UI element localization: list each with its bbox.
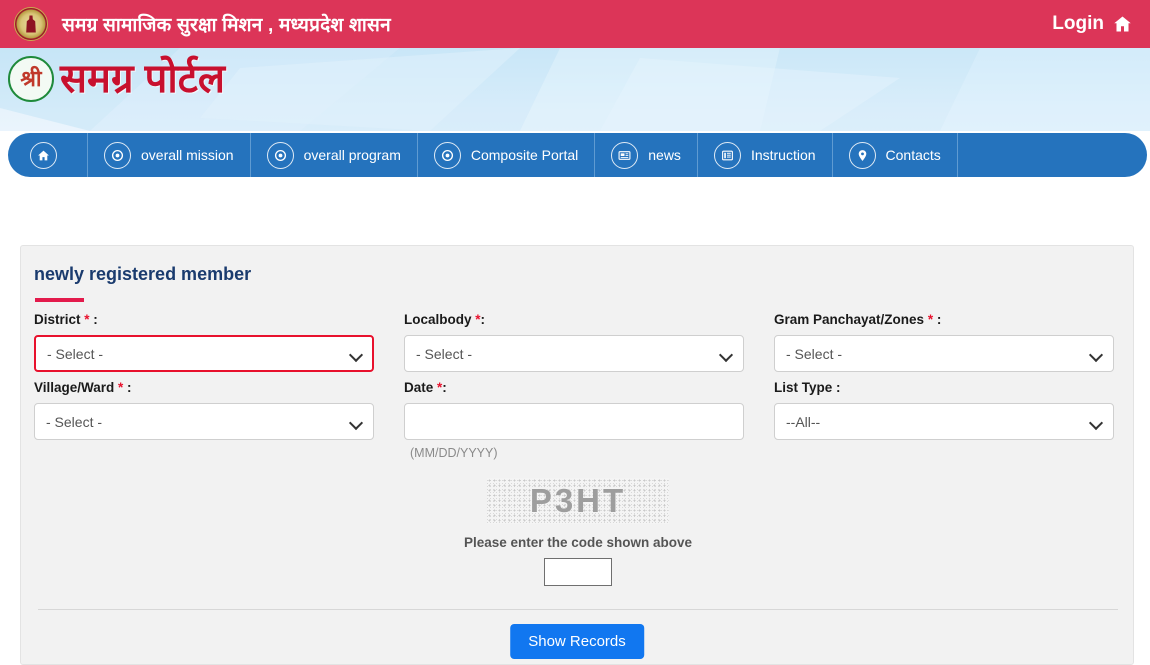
search-form-card: newly registered member District * : - S…: [20, 245, 1134, 665]
district-select-wrapper: - Select -: [34, 335, 374, 372]
gram-panchayat-zones-select[interactable]: - Select -: [774, 335, 1114, 372]
target-icon: [266, 141, 294, 169]
login-button[interactable]: Login: [1052, 13, 1104, 35]
nav-item-contacts[interactable]: Contacts: [833, 133, 958, 177]
nav-label-instruction: Instruction: [750, 147, 816, 163]
village-ward-select-wrapper: - Select -: [34, 403, 374, 440]
nav-item-home[interactable]: [8, 133, 88, 177]
field-gram-panchayat-zones: Gram Panchayat/Zones * : - Select -: [774, 312, 1114, 380]
field-localbody: Localbody *: - Select -: [404, 312, 774, 380]
home-icon[interactable]: [1113, 15, 1132, 33]
newspaper-icon: [611, 141, 639, 169]
target-icon: [433, 141, 461, 169]
nav-item-overall-program[interactable]: overall program: [251, 133, 418, 177]
shri-seal-icon: श्री: [8, 56, 54, 102]
captcha-input[interactable]: [544, 558, 612, 586]
show-records-button[interactable]: Show Records: [510, 624, 644, 659]
location-pin-icon: [848, 141, 876, 169]
date-input[interactable]: [404, 403, 744, 440]
field-list-type: List Type : --All--: [774, 380, 1114, 468]
list-type-select-wrapper: --All--: [774, 403, 1114, 440]
portal-brand: श्री समग्र पोर्टल: [8, 56, 225, 102]
nav-empty-space: [958, 133, 1147, 177]
captcha-image: P3HT: [487, 478, 669, 524]
nav-label-composite-portal: Composite Portal: [470, 147, 579, 163]
list-icon: [713, 141, 741, 169]
captcha-code-text: P3HT: [529, 482, 627, 519]
card-title-underline: [35, 298, 84, 302]
required-asterisk: *: [114, 380, 124, 395]
search-form-grid: District * : - Select - Localbody *: - S…: [34, 312, 1124, 468]
nav-item-composite-portal[interactable]: Composite Portal: [418, 133, 596, 177]
portal-brand-title: समग्र पोर्टल: [60, 57, 225, 101]
field-village-ward: Village/Ward * : - Select -: [34, 380, 404, 468]
nav-item-overall-mission[interactable]: overall mission: [88, 133, 251, 177]
field-district: District * : - Select -: [34, 312, 404, 380]
mp-government-emblem-icon: [14, 7, 48, 41]
label-district: District * :: [34, 312, 98, 327]
form-divider: [38, 609, 1118, 610]
top-header-bar: समग्र सामाजिक सुरक्षा मिशन , मध्यप्रदेश …: [0, 0, 1150, 48]
village-ward-select[interactable]: - Select -: [34, 403, 374, 440]
nav-label-news: news: [648, 147, 681, 163]
localbody-select[interactable]: - Select -: [404, 335, 744, 372]
login-area: Login: [1052, 13, 1132, 35]
label-date: Date *:: [404, 380, 447, 395]
required-asterisk: *: [471, 312, 481, 327]
label-localbody: Localbody *:: [404, 312, 486, 327]
field-date: Date *: (MM/DD/YYYY): [404, 380, 774, 468]
date-format-hint: (MM/DD/YYYY): [410, 446, 498, 460]
label-list-type: List Type :: [774, 380, 841, 395]
nav-item-news[interactable]: news: [595, 133, 698, 177]
nav-label-overall-program: overall program: [303, 147, 401, 163]
required-asterisk: *: [924, 312, 934, 327]
gram-panchayat-zones-select-wrapper: - Select -: [774, 335, 1114, 372]
captcha-block: P3HT Please enter the code shown above: [21, 478, 1135, 586]
nav-item-instruction[interactable]: Instruction: [698, 133, 833, 177]
label-village-ward: Village/Ward * :: [34, 380, 132, 395]
required-asterisk: *: [80, 312, 90, 327]
main-navigation-bar: overall mission overall program Composit…: [8, 133, 1147, 177]
home-icon: [30, 141, 57, 169]
site-title: समग्र सामाजिक सुरक्षा मिशन , मध्यप्रदेश …: [62, 15, 391, 36]
list-type-select[interactable]: --All--: [774, 403, 1114, 440]
nav-label-contacts: Contacts: [885, 147, 941, 163]
required-asterisk: *: [433, 380, 443, 395]
nav-label-overall-mission: overall mission: [141, 147, 234, 163]
site-banner: श्री समग्र पोर्टल: [0, 48, 1150, 131]
target-icon: [104, 141, 131, 169]
localbody-select-wrapper: - Select -: [404, 335, 744, 372]
district-select[interactable]: - Select -: [34, 335, 374, 372]
label-gram-panchayat-zones: Gram Panchayat/Zones * :: [774, 312, 942, 327]
captcha-prompt: Please enter the code shown above: [463, 535, 693, 550]
card-title: newly registered member: [34, 264, 252, 284]
